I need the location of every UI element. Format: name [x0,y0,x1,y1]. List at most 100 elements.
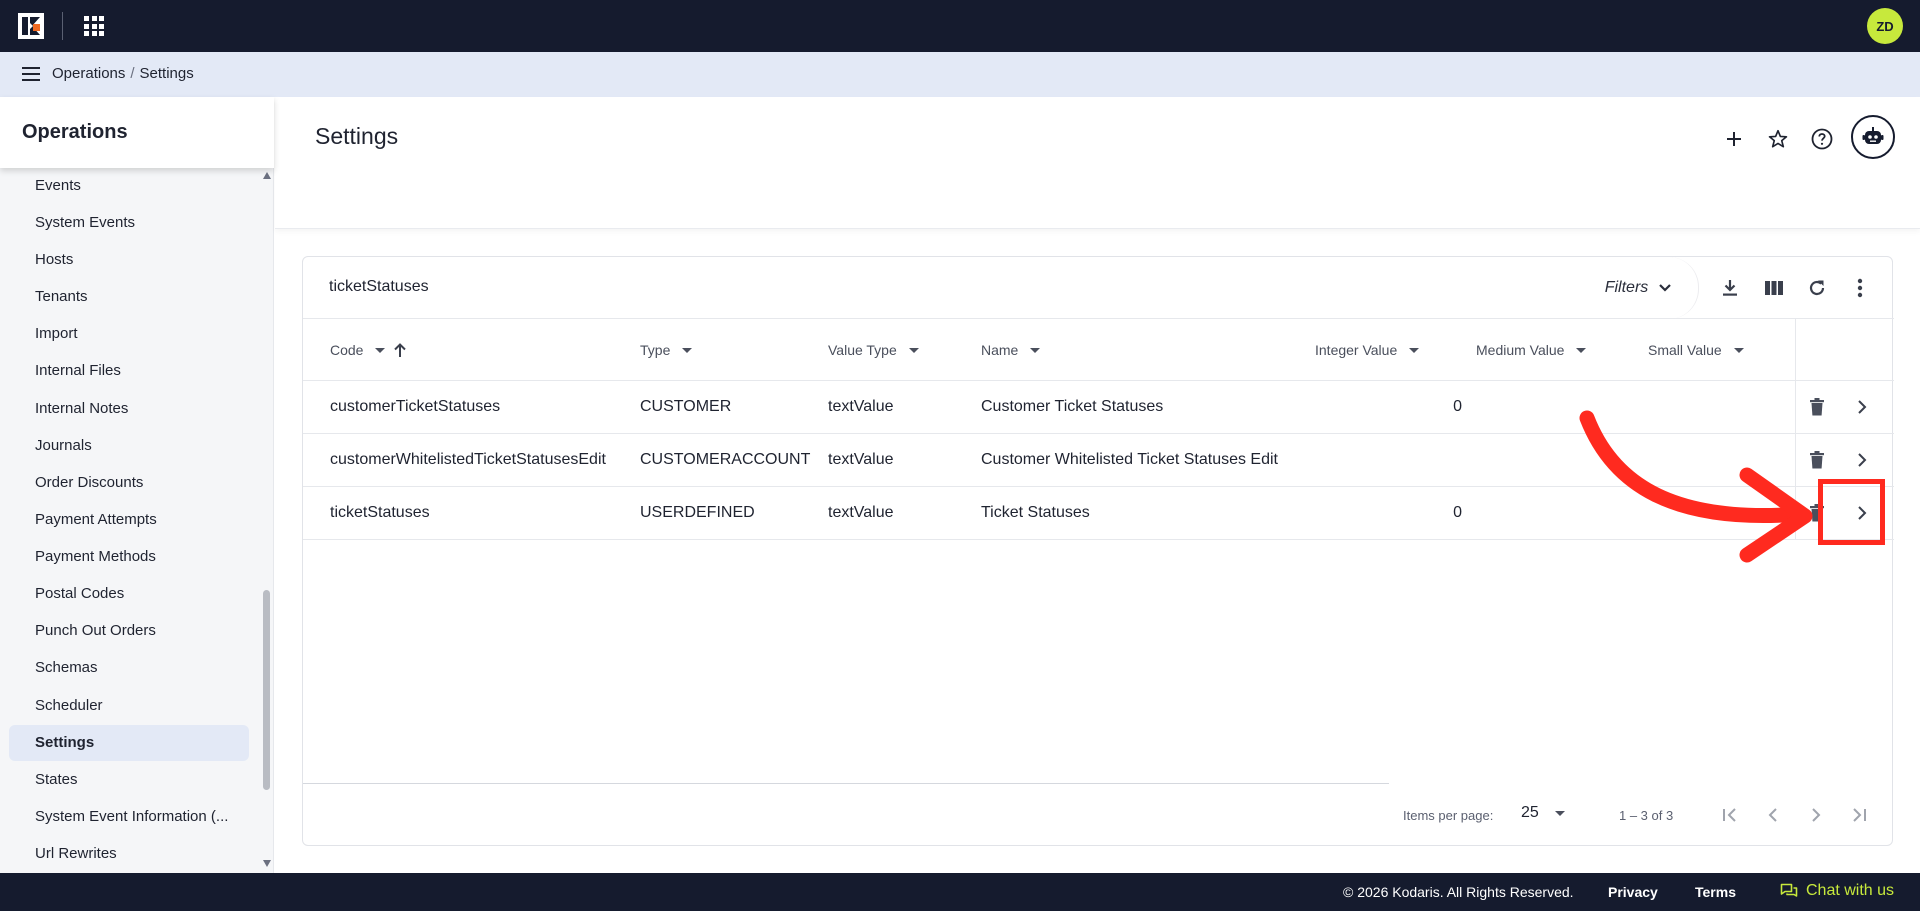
annotation-highlight-box [1818,479,1885,545]
help-button[interactable] [1802,119,1842,159]
caret-down-icon[interactable] [1733,347,1744,353]
caret-down-icon [1554,810,1565,816]
sidebar-item-settings[interactable]: Settings [9,725,249,761]
user-avatar[interactable]: ZD [1867,8,1903,44]
previous-page-button[interactable] [1758,800,1788,830]
sidebar-item-import[interactable]: Import [9,316,249,352]
search-query-text[interactable]: ticketStatuses [329,278,429,296]
sidebar-item-internal-notes[interactable]: Internal Notes [9,391,249,427]
sidebar-item-events[interactable]: Events [9,168,249,204]
hamburger-menu-icon[interactable] [22,67,40,81]
more-vertical-icon [1857,278,1863,298]
cell-value-type: textValue [828,451,894,468]
chevron-right-icon [1812,808,1821,822]
sidebar-item-system-events[interactable]: System Events [9,205,249,241]
sidebar-item-internal-files[interactable]: Internal Files [9,353,249,389]
column-label: Code [330,342,364,358]
app-launcher-icon[interactable] [84,16,104,36]
column-header-type[interactable]: Type [640,319,693,381]
view-columns-icon [1765,281,1783,295]
sidebar-item-url-rewrites[interactable]: Url Rewrites [9,836,249,872]
sidebar-item-system-event-information[interactable]: System Event Information (... [9,799,249,835]
sidebar-item-states[interactable]: States [9,762,249,798]
caret-down-icon[interactable] [682,347,693,353]
column-header-code[interactable]: Code [330,319,407,381]
sidebar-item-scheduler[interactable]: Scheduler [9,688,249,724]
chevron-down-icon [1659,284,1672,292]
columns-button[interactable] [1757,271,1791,305]
column-header-medium-value[interactable]: Medium Value [1476,319,1587,381]
column-label: Small Value [1648,342,1722,358]
last-page-button[interactable] [1844,800,1874,830]
sort-ascending-arrow-icon[interactable] [393,342,407,358]
kodaris-logo-icon[interactable] [18,13,44,39]
column-header-value-type[interactable]: Value Type [828,319,919,381]
cell-name: Customer Ticket Statuses [981,398,1164,415]
favorite-button[interactable] [1758,119,1798,159]
chat-with-us-button[interactable]: Chat with us [1780,882,1894,900]
sidebar: Operations Events System Events Hosts Te… [0,97,274,873]
first-page-button[interactable] [1715,800,1745,830]
add-button[interactable] [1714,119,1754,159]
open-row-button[interactable] [1848,446,1876,474]
terms-link[interactable]: Terms [1695,884,1736,900]
cell-code: customerTicketStatuses [330,398,501,415]
column-header-small-value[interactable]: Small Value [1648,319,1744,381]
topbar-divider [62,12,63,40]
column-header-integer-value[interactable]: Integer Value [1315,319,1420,381]
cell-code: customerWhitelistedTicketStatusesEdit [330,451,606,468]
robot-icon [1862,127,1884,144]
cell-name: Ticket Statuses [981,504,1090,521]
sidebar-item-hosts[interactable]: Hosts [9,242,249,278]
cell-integer-value: 0 [1453,504,1462,521]
page-range-label: 1 – 3 of 3 [1619,808,1674,823]
column-label: Integer Value [1315,342,1398,358]
cell-type: CUSTOMERACCOUNT [640,451,811,468]
plus-icon [1727,132,1741,146]
sidebar-scrollbar[interactable] [260,168,274,873]
ai-assistant-button[interactable] [1851,115,1895,159]
scroll-up-arrow-icon[interactable] [263,172,271,179]
scroll-down-arrow-icon[interactable] [263,860,271,867]
cell-type: CUSTOMER [640,398,732,415]
refresh-button[interactable] [1800,271,1834,305]
open-row-button[interactable] [1848,393,1876,421]
column-label: Name [981,342,1019,358]
filters-label: Filters [1604,279,1649,296]
cell-integer-value: 0 [1453,398,1462,415]
caret-down-icon[interactable] [375,347,386,353]
sidebar-header: Operations [0,97,274,168]
download-button[interactable] [1713,271,1747,305]
page-size-value: 25 [1521,804,1539,821]
sidebar-item-payment-methods[interactable]: Payment Methods [9,539,249,575]
page-header: Settings [275,97,1920,229]
sidebar-item-tenants[interactable]: Tenants [9,279,249,315]
star-icon [1768,129,1788,148]
column-header-name[interactable]: Name [981,319,1041,381]
caret-down-icon[interactable] [1409,347,1420,353]
sidebar-item-journals[interactable]: Journals [9,428,249,464]
caret-down-icon[interactable] [1030,347,1041,353]
breadcrumb-parent-link[interactable]: Operations [52,65,125,82]
sidebar-title: Operations [22,121,128,143]
sidebar-item-payment-attempts[interactable]: Payment Attempts [9,502,249,538]
sidebar-item-punch-out-orders[interactable]: Punch Out Orders [9,613,249,649]
caret-down-icon[interactable] [908,347,919,353]
sidebar-item-postal-codes[interactable]: Postal Codes [9,576,249,612]
table-header-row: Code Type Value Type Name Integer Value … [303,319,1894,381]
page-size-select[interactable]: 25 [1521,804,1565,822]
items-per-page-label: Items per page: [1403,808,1494,823]
next-page-button[interactable] [1801,800,1831,830]
sidebar-nav-list: Events System Events Hosts Tenants Impor… [0,168,258,873]
more-options-button[interactable] [1843,271,1877,305]
caret-down-icon[interactable] [1576,347,1587,353]
sidebar-item-order-discounts[interactable]: Order Discounts [9,465,249,501]
column-label: Type [640,342,671,358]
breadcrumb-current: Settings [139,65,194,82]
sidebar-item-schemas[interactable]: Schemas [9,650,249,686]
chevron-left-icon [1768,808,1777,822]
cell-value-type: textValue [828,398,894,415]
filters-toggle[interactable]: Filters [1579,257,1699,319]
scrollbar-thumb[interactable] [263,590,270,790]
privacy-link[interactable]: Privacy [1608,884,1658,900]
